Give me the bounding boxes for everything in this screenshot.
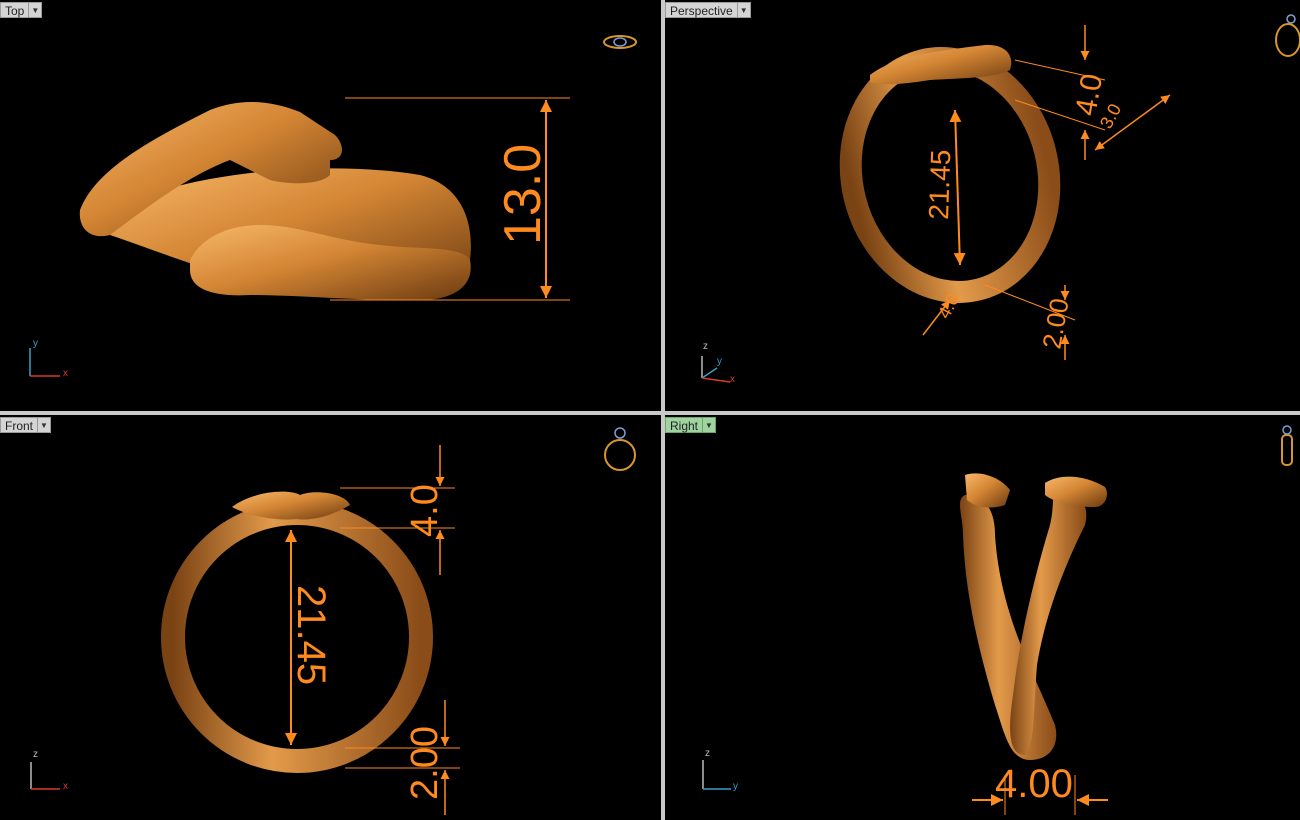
dim-shank-bottom-text: 2.00 <box>1036 296 1074 351</box>
viewport-label-front[interactable]: Front ▼ <box>0 417 52 433</box>
dim-shank-bottom-text: 2.00 <box>404 726 446 800</box>
viewport-top[interactable]: Top ▼ 13.0 y x <box>0 0 661 411</box>
dim-shank-top-text: 4.0 <box>404 484 446 537</box>
hand-left <box>965 473 1010 508</box>
viewport-menu-dropdown-icon[interactable]: ▼ <box>29 2 43 18</box>
ring-side-view-icon <box>1281 425 1293 466</box>
viewport-right[interactable]: Right ▼ 4.00 z y <box>665 415 1300 820</box>
viewport-name: Front <box>0 417 39 433</box>
viewport-menu-dropdown-icon[interactable]: ▼ <box>38 417 52 433</box>
dim-width-text: 4.00 <box>995 762 1073 806</box>
viewport-splitter-vertical[interactable] <box>661 0 665 820</box>
axis-label-x: x <box>730 374 735 385</box>
axis-label-z: z <box>33 749 38 760</box>
axis-label-x: x <box>63 781 68 792</box>
viewport-menu-dropdown-icon[interactable]: ▼ <box>737 2 751 18</box>
viewport-name: Top <box>0 2 30 18</box>
dim-line-inner <box>949 109 966 266</box>
axis-label-x: x <box>63 368 68 379</box>
dim-height-text: 13.0 <box>494 144 552 245</box>
viewport-label-right[interactable]: Right ▼ <box>665 417 717 433</box>
viewport-top-scene: 13.0 <box>79 97 570 301</box>
viewport-name: Perspective <box>665 2 738 18</box>
viewport-splitter-horizontal[interactable] <box>0 411 1300 415</box>
dim-inner-text: 21.45 <box>923 149 956 220</box>
viewport-right-scene: 4.00 <box>702 425 1293 815</box>
axis-label-y: y <box>733 781 738 792</box>
axis-label-z: z <box>703 341 708 352</box>
dim-inner-text: 21.45 <box>289 585 333 685</box>
viewport-label-top[interactable]: Top ▼ <box>0 2 43 18</box>
axis-triad-front <box>30 762 60 790</box>
viewport-perspective[interactable]: Perspective ▼ 4.0 3.0 21.45 4.0 2.00 z y <box>665 0 1300 411</box>
axis-label-y: y <box>717 356 722 367</box>
viewport-name: Right <box>665 417 704 433</box>
axis-label-z: z <box>705 748 710 759</box>
viewport-label-perspective[interactable]: Perspective ▼ <box>665 2 751 18</box>
axis-label-y: y <box>33 338 38 349</box>
ring-perspective-icon <box>1275 14 1300 57</box>
viewport-perspective-scene: 4.0 3.0 21.45 4.0 2.00 <box>701 14 1300 383</box>
axis-triad-perspective <box>701 356 731 383</box>
viewport-front-scene: 4.0 21.45 2.00 <box>30 427 636 815</box>
ring-front-view-icon <box>604 427 636 471</box>
viewport-menu-dropdown-icon[interactable]: ▼ <box>703 417 717 433</box>
viewport-front[interactable]: Front ▼ 4.0 21.45 2.00 z x <box>0 415 661 820</box>
axis-triad-right <box>702 760 731 790</box>
